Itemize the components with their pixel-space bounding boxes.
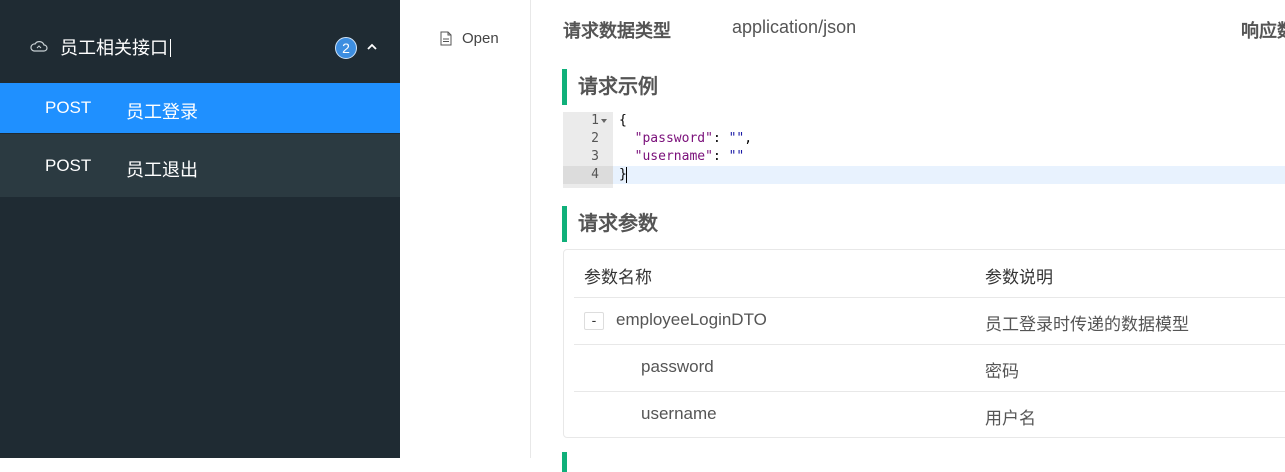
param-desc: 用户名 — [985, 409, 1036, 428]
open-label: Open — [462, 29, 499, 47]
code-line: { — [619, 113, 627, 128]
line-number: 4 — [563, 166, 613, 184]
text-caret — [170, 39, 171, 57]
column-header-name: 参数名称 — [584, 268, 652, 287]
text-cursor — [626, 167, 627, 183]
section-title-example: 请求示例 — [562, 69, 658, 105]
line-number: 3 — [591, 149, 599, 164]
collapse-toggle-button[interactable]: - — [584, 312, 604, 330]
chevron-up-icon[interactable] — [366, 42, 378, 52]
param-desc: 密码 — [985, 362, 1019, 381]
request-type-label: 请求数据类型 — [563, 21, 671, 41]
param-desc: 员工登录时传递的数据模型 — [985, 315, 1189, 334]
cloud-icon — [30, 41, 48, 52]
section-title-params: 请求参数 — [562, 206, 658, 242]
http-method-label: POST — [45, 156, 92, 175]
code-line: "username": "" — [634, 149, 745, 164]
table-header-row: 参数名称 参数说明 — [574, 250, 1285, 298]
column-header-desc: 参数说明 — [985, 268, 1053, 287]
line-number: 1 — [591, 113, 599, 128]
count-badge: 2 — [335, 37, 357, 59]
sidebar-item-employee-login[interactable]: POST 员工登录 — [0, 83, 400, 133]
params-table: 参数名称 参数说明 - employeeLoginDTO 员工登录时传递的数据模… — [563, 249, 1285, 438]
api-detail-panel: 请求数据类型 application/json 响应数 请求示例 1 2 3 4… — [531, 0, 1285, 472]
document-toolbar: Open — [400, 0, 531, 458]
editor-gutter: 1 2 3 4 — [563, 112, 613, 188]
api-group-title: 员工相关接口 — [60, 34, 171, 60]
active-line-highlight — [613, 166, 1285, 184]
api-group-header[interactable]: 员工相关接口 2 — [0, 0, 400, 82]
document-icon — [440, 31, 452, 45]
sidebar: 员工相关接口 2 POST 员工登录 POST 员工退出 — [0, 0, 400, 458]
code-line: "password": "", — [634, 131, 753, 146]
api-name-label: 员工退出 — [126, 160, 198, 180]
table-row: password 密码 — [574, 344, 1285, 392]
param-name: employeeLoginDTO — [616, 310, 767, 329]
line-number: 2 — [591, 131, 599, 146]
request-type-value: application/json — [732, 17, 857, 37]
param-name: username — [641, 404, 717, 423]
table-row: - employeeLoginDTO 员工登录时传递的数据模型 — [574, 297, 1285, 345]
sidebar-item-employee-logout[interactable]: POST 员工退出 — [0, 134, 400, 197]
open-button[interactable]: Open — [440, 27, 499, 49]
table-row: username 用户名 — [574, 391, 1285, 438]
http-method-label: POST — [45, 98, 92, 117]
fold-arrow-icon[interactable] — [601, 119, 607, 123]
param-name: password — [641, 357, 714, 376]
section-title-next — [562, 452, 578, 472]
response-type-label: 响应数 — [1241, 21, 1285, 41]
code-editor[interactable]: 1 2 3 4 { "password": "", "username": ""… — [563, 112, 1285, 188]
api-name-label: 员工登录 — [126, 102, 198, 122]
